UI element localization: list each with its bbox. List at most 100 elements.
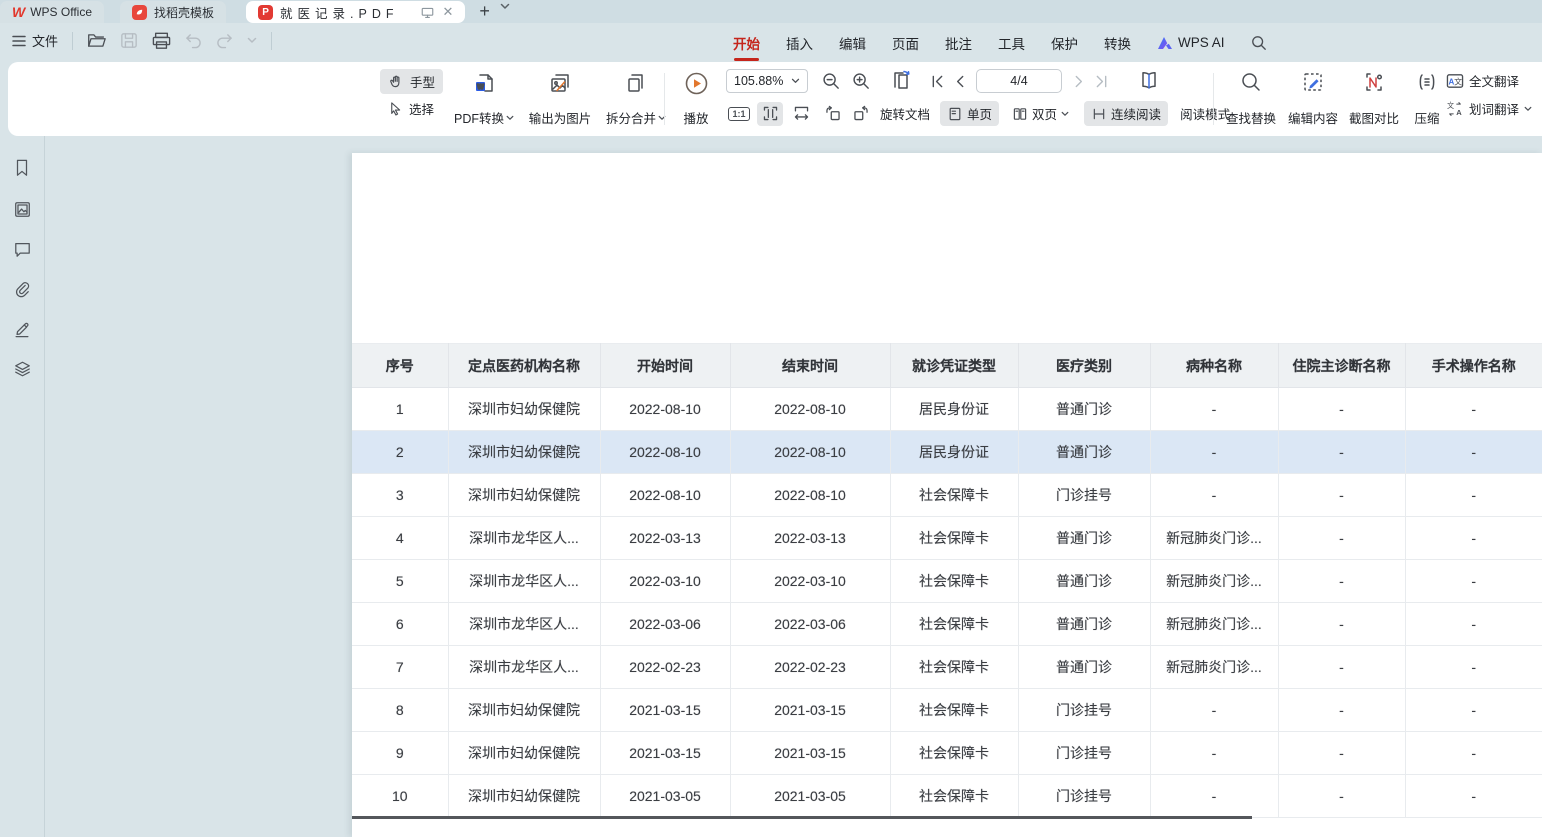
thumbnail-icon[interactable] <box>13 200 32 219</box>
table-cell: - <box>1150 732 1278 775</box>
save-icon[interactable] <box>120 32 138 49</box>
toolbar-divider <box>664 73 665 125</box>
menu-tab-插入[interactable]: 插入 <box>786 33 813 53</box>
svg-text:文: 文 <box>1447 101 1454 110</box>
word-translate-button[interactable]: 文A 划词翻译 <box>1446 99 1532 118</box>
zoom-level-select[interactable]: 105.88% <box>726 69 808 93</box>
table-cell: 社会保障卡 <box>890 474 1018 517</box>
svg-text:文: 文 <box>1454 76 1462 86</box>
bookmark-icon[interactable] <box>13 158 31 178</box>
double-page-icon <box>1012 106 1028 122</box>
tab-list-chevron-icon[interactable] <box>500 3 510 10</box>
fit-width-icon <box>792 104 811 123</box>
table-cell: 2021-03-05 <box>730 775 890 818</box>
signature-pen-icon[interactable] <box>13 320 31 338</box>
file-menu-button[interactable]: 文件 <box>12 31 58 50</box>
find-replace-icon <box>1240 71 1262 93</box>
export-as-image-button[interactable]: 输出为图片 <box>522 69 598 129</box>
menu-tab-wps-ai[interactable]: WPS AI <box>1157 35 1225 50</box>
prev-page-button[interactable] <box>948 69 970 93</box>
screenshot-compare-button[interactable]: 截图对比 <box>1344 69 1404 129</box>
table-cell: 深圳市妇幼保健院 <box>448 732 600 775</box>
edit-content-button[interactable]: 编辑内容 <box>1282 69 1344 129</box>
table-cell: 普通门诊 <box>1018 517 1150 560</box>
first-page-button[interactable] <box>926 69 948 93</box>
table-cell: 2021-03-15 <box>730 689 890 732</box>
undo-icon[interactable] <box>185 33 202 49</box>
zoom-out-button[interactable] <box>818 69 844 93</box>
attachment-icon[interactable] <box>13 280 31 298</box>
comment-icon[interactable] <box>13 241 32 258</box>
menu-tab-批注[interactable]: 批注 <box>945 33 972 53</box>
full-translate-button[interactable]: A文 全文翻译 <box>1446 71 1532 90</box>
page-number-input[interactable]: 4/4 <box>976 69 1062 93</box>
table-cell: 2021-03-15 <box>600 689 730 732</box>
menu-tab-开始[interactable]: 开始 <box>733 33 760 53</box>
open-file-icon[interactable] <box>87 32 106 49</box>
close-tab-icon[interactable]: ✕ <box>443 4 454 20</box>
menu-tab-转换[interactable]: 转换 <box>1104 33 1131 53</box>
read-mode-button[interactable] <box>1134 69 1164 93</box>
tab-label: 找稻壳模板 <box>154 4 214 21</box>
table-cell: 2022-08-10 <box>730 431 890 474</box>
print-icon[interactable] <box>152 32 171 50</box>
table-cell: 2022-03-10 <box>730 560 890 603</box>
single-page-button[interactable]: 单页 <box>940 101 999 126</box>
menu-tab-编辑[interactable]: 编辑 <box>839 33 866 53</box>
table-header-row: 序号定点医药机构名称开始时间结束时间就诊凭证类型医疗类别病种名称住院主诊断名称手… <box>352 344 1542 388</box>
play-icon <box>684 71 709 96</box>
header-cell: 手术操作名称 <box>1405 344 1542 388</box>
redo-icon[interactable] <box>216 33 233 49</box>
table-cell: 门诊挂号 <box>1018 474 1150 517</box>
tab-docer-templates[interactable]: 找稻壳模板 <box>120 1 226 23</box>
table-cell: 社会保障卡 <box>890 646 1018 689</box>
find-replace-button[interactable]: 查找替换 <box>1220 69 1282 129</box>
last-page-button[interactable] <box>1090 69 1112 93</box>
select-tool-button[interactable]: 选择 <box>380 96 443 121</box>
table-cell: 普通门诊 <box>1018 388 1150 431</box>
compress-button[interactable]: 压缩 <box>1404 69 1450 129</box>
menu-tab-保护[interactable]: 保护 <box>1051 33 1078 53</box>
zoom-in-button[interactable] <box>848 69 874 93</box>
table-cell: 1 <box>352 388 448 431</box>
new-tab-button[interactable]: + <box>479 1 490 21</box>
split-merge-button[interactable]: 拆分合并 <box>598 69 674 129</box>
table-cell: 社会保障卡 <box>890 732 1018 775</box>
fit-page-button[interactable] <box>757 102 783 126</box>
play-button[interactable]: 播放 <box>670 69 722 129</box>
menu-tab-页面[interactable]: 页面 <box>892 33 919 53</box>
qat-chevron-down-icon[interactable] <box>247 37 257 44</box>
pdf-page[interactable]: 序号定点医药机构名称开始时间结束时间就诊凭证类型医疗类别病种名称住院主诊断名称手… <box>352 153 1542 837</box>
first-page-icon <box>931 75 944 88</box>
actual-size-button[interactable]: 1:1 <box>726 102 752 126</box>
pdf-convert-button[interactable]: W PDF转换 <box>446 69 522 129</box>
table-cell: 社会保障卡 <box>890 560 1018 603</box>
table-cell: 2021-03-05 <box>600 775 730 818</box>
tab-document-pdf[interactable]: P 就医记录.PDF ✕ <box>246 1 465 23</box>
double-page-button[interactable]: 双页 <box>1005 101 1076 126</box>
table-cell: - <box>1405 560 1542 603</box>
hand-tool-button[interactable]: 手型 <box>380 69 443 94</box>
menu-tab-工具[interactable]: 工具 <box>998 33 1025 53</box>
ribbon-search-icon[interactable] <box>1251 35 1267 51</box>
continuous-read-button[interactable]: 连续阅读 <box>1084 101 1168 126</box>
table-cell: - <box>1278 732 1405 775</box>
page-convert-button[interactable] <box>888 69 914 93</box>
next-page-button[interactable] <box>1068 69 1090 93</box>
tab-wps-office[interactable]: W WPS Office <box>0 1 104 23</box>
table-cell: - <box>1405 775 1542 818</box>
table-cell: 社会保障卡 <box>890 517 1018 560</box>
rotate-right-button[interactable] <box>848 102 874 126</box>
table-cell: - <box>1150 431 1278 474</box>
menubar: 文件 开始 插入 编辑 页面 批注 工具 保护 转换 WPS AI <box>0 23 1542 62</box>
svg-text:A: A <box>1456 108 1462 117</box>
pdf-convert-icon: W <box>472 71 496 95</box>
layers-icon[interactable] <box>13 360 32 378</box>
fit-width-button[interactable] <box>788 102 814 126</box>
device-icon[interactable] <box>420 5 435 20</box>
rotate-doc-label[interactable]: 旋转文档 <box>880 104 930 123</box>
table-cell: 3 <box>352 474 448 517</box>
table-cell: 2022-03-06 <box>730 603 890 646</box>
window-tabbar: W WPS Office 找稻壳模板 P 就医记录.PDF ✕ + <box>0 0 1542 23</box>
rotate-left-button[interactable] <box>820 102 846 126</box>
